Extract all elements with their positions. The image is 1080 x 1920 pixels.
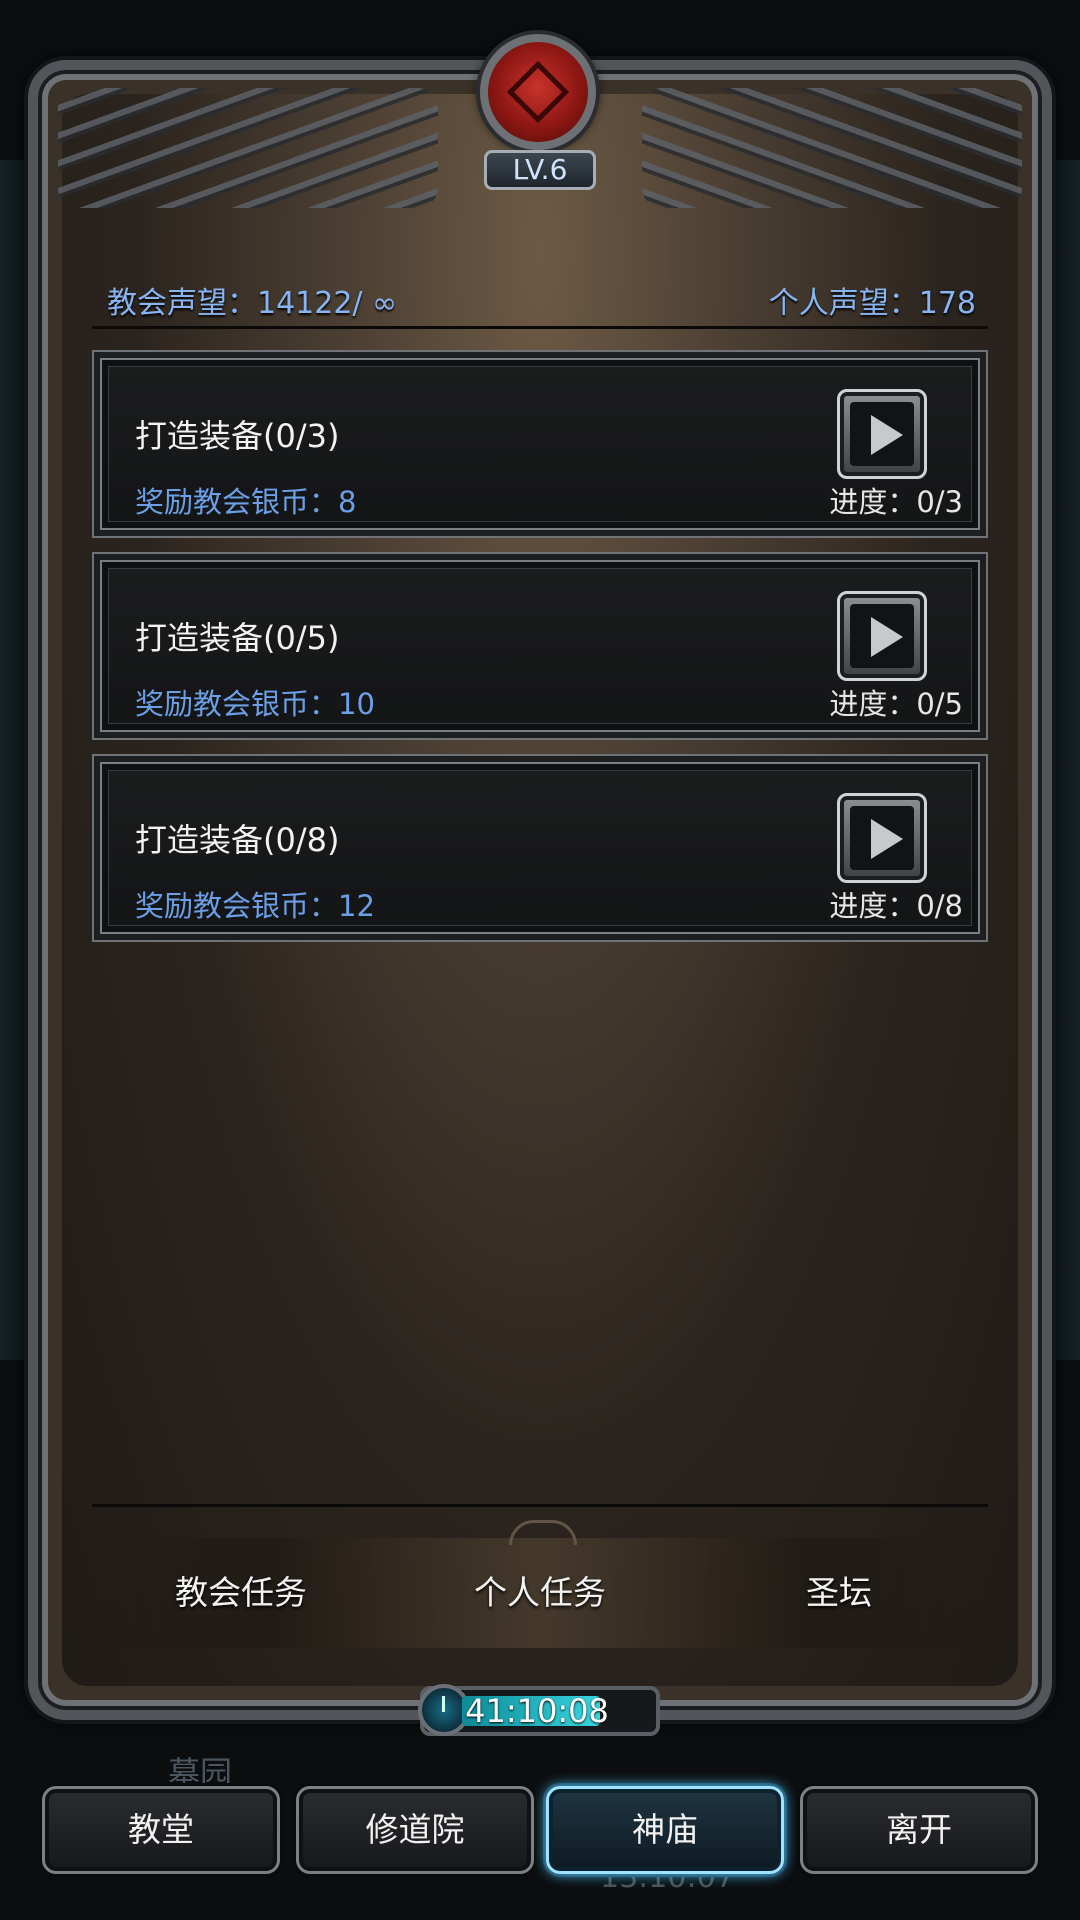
frame-ornament-right <box>642 88 1022 208</box>
tab-altar[interactable]: 圣坛 <box>690 1538 988 1648</box>
task-reward: 奖励教会银币：12 <box>135 889 375 923</box>
tab-personal-tasks[interactable]: 个人任务 <box>391 1538 689 1648</box>
play-icon <box>871 617 903 657</box>
task-go-button[interactable] <box>837 793 927 883</box>
tab-church-tasks[interactable]: 教会任务 <box>92 1538 390 1648</box>
task-reward: 奖励教会银币：10 <box>135 687 375 721</box>
header-divider <box>92 326 988 329</box>
task-progress: 进度：0/3 <box>829 485 963 519</box>
timer-text: 41:10:08 <box>465 1692 609 1730</box>
personal-reputation: 个人声望：178 <box>768 286 976 321</box>
task-title: 打造装备(0/8) <box>135 821 340 859</box>
church-reputation: 教会声望：14122/ ∞ <box>107 286 398 321</box>
task-card-inner: 打造装备(0/8) 奖励教会银币：12 进度：0/8 <box>108 770 972 926</box>
nav-church-button[interactable]: 教堂 <box>42 1786 280 1874</box>
task-card-inner: 打造装备(0/5) 奖励教会银币：10 进度：0/5 <box>108 568 972 724</box>
task-title: 打造装备(0/5) <box>135 619 340 657</box>
task-progress: 进度：0/8 <box>829 889 963 923</box>
task-progress: 进度：0/5 <box>829 687 963 721</box>
play-icon <box>871 819 903 859</box>
frame-ornament-left <box>58 88 438 208</box>
nav-temple-button[interactable]: 神庙 <box>546 1786 784 1874</box>
task-reward: 奖励教会银币：8 <box>135 485 357 519</box>
task-card: 打造装备(0/5) 奖励教会银币：10 进度：0/5 <box>92 552 988 740</box>
level-badge: LV.6 <box>484 150 596 190</box>
task-card: 打造装备(0/3) 奖励教会银币：8 进度：0/3 <box>92 350 988 538</box>
tabs-divider <box>92 1504 988 1507</box>
task-card-inner: 打造装备(0/3) 奖励教会银币：8 进度：0/3 <box>108 366 972 522</box>
task-card: 打造装备(0/8) 奖励教会银币：12 进度：0/8 <box>92 754 988 942</box>
task-go-button[interactable] <box>837 591 927 681</box>
church-emblem-icon <box>480 34 596 150</box>
play-icon <box>871 415 903 455</box>
nav-leave-button[interactable]: 离开 <box>800 1786 1038 1874</box>
countdown-timer: 41:10:08 <box>418 1684 660 1736</box>
emblem-mark <box>506 60 570 124</box>
task-go-button[interactable] <box>837 389 927 479</box>
nav-monastery-button[interactable]: 修道院 <box>296 1786 534 1874</box>
tab-bar: 教会任务 个人任务 圣坛 <box>92 1538 988 1648</box>
task-title: 打造装备(0/3) <box>135 417 340 455</box>
